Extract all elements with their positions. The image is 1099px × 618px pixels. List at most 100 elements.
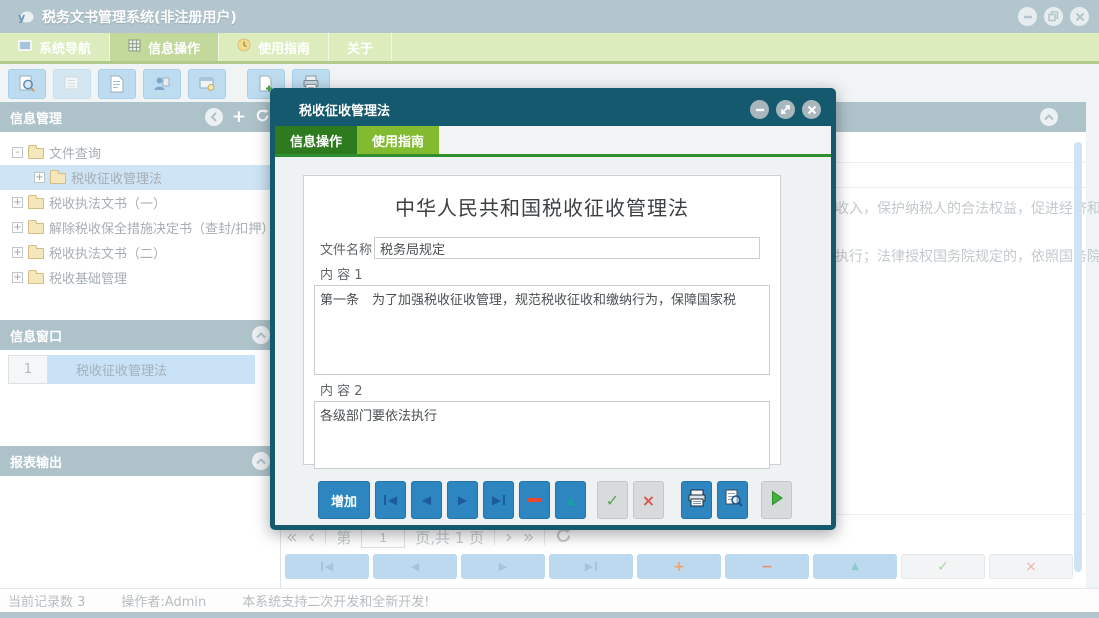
next-icon: ▶ (458, 493, 467, 507)
prev-icon: ◀ (411, 560, 419, 573)
report-output-title: 报表输出 (10, 452, 62, 471)
tree-item-label: 税收基础管理 (49, 268, 127, 287)
app-titlebar: y 税务文书管理系统(非注册用户) (0, 0, 1099, 33)
grid-last-button[interactable]: ▶ (549, 554, 633, 579)
search-document-button[interactable] (8, 69, 46, 99)
user-button[interactable] (143, 69, 181, 99)
tree-item-tax-base-mgmt[interactable]: + 税收基础管理 (0, 265, 280, 290)
next-record-button[interactable]: ▶ (447, 481, 478, 519)
records-button[interactable] (53, 69, 91, 99)
expand-expander-icon[interactable]: + (34, 172, 45, 183)
last-page-button[interactable]: » (523, 528, 535, 547)
info-management-header: 信息管理 + (0, 102, 280, 132)
prev-record-button[interactable]: ◀ (411, 481, 442, 519)
expand-expander-icon[interactable]: + (12, 222, 23, 233)
grid-row-text: 收收入，保护纳税人的合法权益，促进经济和社 (821, 198, 1099, 218)
collapse-left-icon[interactable] (205, 108, 223, 126)
document-button[interactable] (98, 69, 136, 99)
grid-commit-button[interactable]: ✓ (901, 554, 985, 579)
tree-item-enforcement-doc-1[interactable]: + 税收执法文书（一） (0, 190, 280, 215)
dialog-maximize-icon[interactable] (776, 100, 795, 119)
refresh-icon[interactable] (255, 108, 270, 127)
restore-icon[interactable] (1044, 7, 1063, 26)
collapse-up-icon[interactable] (252, 326, 270, 344)
close-icon[interactable] (1070, 7, 1089, 26)
minimize-icon[interactable] (1018, 7, 1037, 26)
window-controls (1018, 7, 1089, 26)
check-icon: ✓ (937, 559, 949, 575)
app-window: y 税务文书管理系统(非注册用户) 系统导航 信息操作 使用指南 关于 (0, 0, 1099, 618)
x-icon: × (642, 491, 655, 510)
play-icon (770, 490, 784, 510)
print-button[interactable] (681, 481, 712, 519)
law-form: 中华人民共和国税收征收管理法 文件名称 内 容 1 第一条 为了加强税收征收管理… (303, 175, 781, 465)
info-window-row[interactable]: 1 税收征收管理法 (8, 355, 280, 384)
check-icon: ✓ (606, 491, 619, 510)
menu-item-system-nav[interactable]: 系统导航 (0, 33, 110, 61)
preview-button[interactable] (717, 481, 748, 519)
grid-add-button[interactable]: + (637, 554, 721, 579)
add-record-button[interactable]: 增加 (318, 481, 370, 519)
row-label[interactable]: 税收征收管理法 (48, 355, 255, 384)
tree-item-lift-preservation[interactable]: + 解除税收保全措施决定书（查封/扣押） (0, 215, 280, 240)
first-record-button[interactable]: ◀ (375, 481, 406, 519)
expand-expander-icon[interactable]: + (12, 247, 23, 258)
grid-cancel-button[interactable]: × (989, 554, 1073, 579)
tree-item-enforcement-doc-2[interactable]: + 税收执法文书（二） (0, 240, 280, 265)
grid-remove-button[interactable]: − (725, 554, 809, 579)
window-preview-button[interactable] (188, 69, 226, 99)
vertical-scrollbar[interactable] (1074, 142, 1082, 572)
next-icon: ▶ (499, 560, 507, 573)
cancel-button[interactable]: × (633, 481, 664, 519)
tree-item-label: 文件查询 (49, 143, 101, 162)
form-heading: 中华人民共和国税收征收管理法 (304, 192, 780, 221)
prev-page-button[interactable]: ‹ (308, 528, 316, 547)
expand-expander-icon[interactable]: + (12, 272, 23, 283)
first-page-button[interactable]: « (286, 528, 298, 547)
expand-expander-icon[interactable]: + (12, 197, 23, 208)
preview-icon (723, 489, 743, 511)
commit-button[interactable]: ✓ (597, 481, 628, 519)
last-record-button[interactable]: ▶ (483, 481, 514, 519)
dialog-minimize-icon[interactable] (750, 100, 769, 119)
grid-prev-button[interactable]: ◀ (373, 554, 457, 579)
collapse-up-icon[interactable] (1040, 108, 1058, 126)
bar-glyph (503, 495, 505, 505)
dialog-close-icon[interactable] (802, 100, 821, 119)
info-management-title: 信息管理 (10, 108, 62, 127)
add-icon[interactable]: + (232, 109, 246, 126)
tree-item-tax-collection-law[interactable]: + 税收征收管理法 (0, 165, 280, 190)
grid-next-button[interactable]: ▶ (461, 554, 545, 579)
app-title: 税务文书管理系统(非注册用户) (42, 7, 237, 27)
tree-item-label: 解除税收保全措施决定书（查封/扣押） (49, 218, 274, 237)
dialog-tab-bar: 信息操作 使用指南 (275, 126, 831, 154)
report-output-header: 报表输出 (0, 446, 280, 476)
menu-item-info-ops[interactable]: 信息操作 (110, 33, 219, 61)
menu-item-guide[interactable]: 使用指南 (219, 33, 329, 61)
collapse-up-icon[interactable] (252, 452, 270, 470)
plus-icon: + (673, 559, 685, 575)
collapse-expander-icon[interactable]: - (12, 147, 23, 158)
file-name-input[interactable] (374, 237, 760, 259)
grid-first-button[interactable]: ◀ (285, 554, 369, 579)
info-window-header: 信息窗口 (0, 320, 280, 350)
content1-textarea[interactable]: 第一条 为了加强税收征收管理，规范税收征收和缴纳行为，保障国家税 (314, 285, 770, 375)
content2-label: 内 容 2 (320, 380, 780, 399)
dialog-titlebar[interactable]: 税收征收管理法 (275, 93, 831, 126)
next-page-button[interactable]: › (505, 528, 513, 547)
dialog-controls (750, 100, 821, 119)
tab-guide[interactable]: 使用指南 (357, 126, 439, 154)
tree-item-file-query[interactable]: - 文件查询 (0, 140, 280, 165)
menu-item-about[interactable]: 关于 (329, 33, 392, 61)
delete-record-button[interactable] (519, 481, 550, 519)
divider (494, 529, 495, 545)
status-bar: 当前记录数 3 操作者:Admin 本系统支持二次开发和全新开发! (0, 588, 1099, 612)
bar-glyph (321, 562, 323, 571)
tab-info-ops[interactable]: 信息操作 (275, 126, 357, 154)
content2-textarea[interactable]: 各级部门要依法执行 (314, 401, 770, 469)
grid-edit-button[interactable]: ▲ (813, 554, 897, 579)
edit-record-button[interactable]: ▲ (555, 481, 586, 519)
folder-icon (28, 148, 44, 159)
menu-item-label: 关于 (347, 38, 373, 57)
run-button[interactable] (761, 481, 792, 519)
